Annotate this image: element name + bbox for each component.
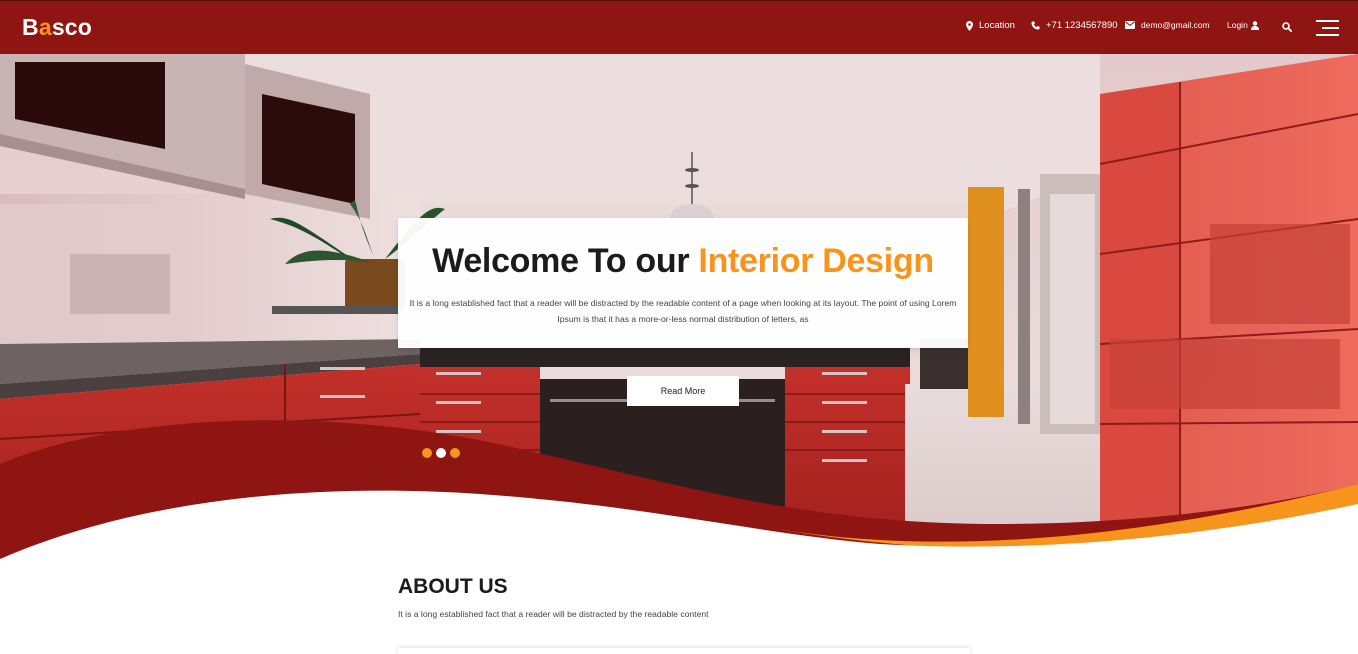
nav-phone[interactable]: +71 1234567890 (1031, 20, 1118, 31)
nav-login[interactable]: Login (1227, 20, 1259, 30)
slider-indicators (422, 448, 460, 458)
logo-text: sco (51, 14, 93, 40)
about-text: It is a long established fact that a rea… (398, 609, 709, 619)
search-icon (1282, 22, 1292, 32)
hero-title-main: Welcome To our (432, 242, 699, 280)
email-label: demo@gmail.com (1141, 20, 1210, 30)
hero-slider: Welcome To our Interior Design It is a l… (0, 54, 1358, 574)
about-content-card (398, 648, 970, 654)
logo[interactable]: Basco (22, 14, 92, 41)
search-button[interactable] (1282, 22, 1292, 32)
login-label: Login (1227, 20, 1248, 30)
hero-title-highlight: Interior Design (698, 242, 934, 280)
logo-accent-letter: a (38, 14, 52, 40)
logo-letter: B (22, 14, 39, 40)
envelope-icon (1125, 21, 1135, 29)
hero-title: Welcome To our Interior Design (398, 242, 968, 281)
map-marker-icon (966, 20, 973, 31)
about-title: ABOUT US (398, 575, 508, 598)
site-header: Basco Location +71 1234567890 demo@gmail… (0, 0, 1358, 54)
read-more-button[interactable]: Read More (627, 376, 739, 406)
user-icon (1250, 20, 1259, 30)
hero-caption-box: Welcome To our Interior Design It is a l… (398, 218, 968, 348)
hamburger-menu-icon[interactable] (1316, 20, 1339, 36)
hero-description: It is a long established fact that a rea… (409, 298, 957, 324)
slide-dot-3[interactable] (450, 448, 460, 458)
about-section: ABOUT US It is a long established fact t… (398, 575, 968, 619)
phone-label: +71 1234567890 (1046, 20, 1118, 31)
slide-dot-1[interactable] (422, 448, 432, 458)
nav-location[interactable]: Location (966, 20, 1015, 31)
nav-email[interactable]: demo@gmail.com (1125, 20, 1210, 30)
slide-dot-2[interactable] (436, 448, 446, 458)
phone-icon (1031, 21, 1040, 30)
location-label: Location (979, 20, 1015, 31)
